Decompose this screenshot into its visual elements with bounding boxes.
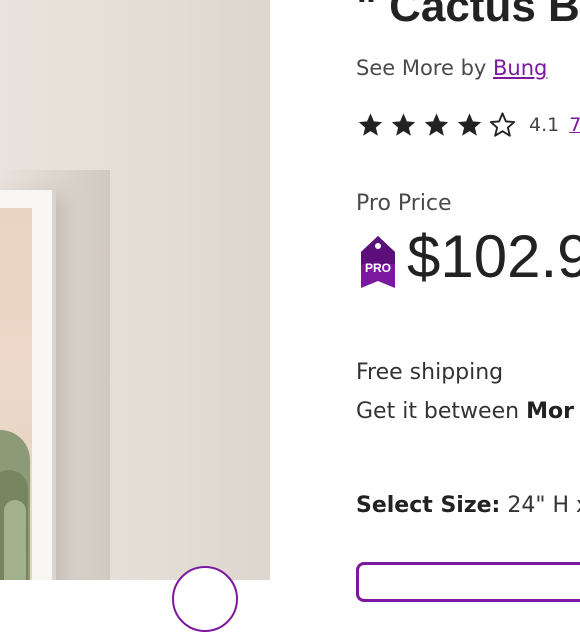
image-nav-button[interactable] [172,566,238,632]
shipping-title: Free shipping [356,360,504,385]
brand-link[interactable]: Bung [493,56,547,80]
size-row: Select Size: 24" H x [356,493,580,518]
product-image[interactable] [0,0,270,580]
size-select-box[interactable] [356,562,580,602]
shipping-dates: Get it between Mor [356,399,574,424]
product-title: " Cactus B [356,0,580,31]
pro-price-label: Pro Price [356,191,452,216]
review-count-link[interactable]: 7 [569,114,580,136]
pro-badge-text: PRO [365,261,391,275]
rating-row: 4.1 7 [356,110,580,140]
pro-price-tag-icon: PRO [361,236,395,288]
shipping-dates-prefix: Get it between [356,399,527,424]
star-filled-icon [391,113,416,136]
star-filled-icon [358,113,383,136]
shipping-dates-value: Mor [526,399,574,424]
see-more-by: See More by Bung [356,56,547,80]
rating-value: 4.1 [529,114,560,136]
see-more-prefix: See More by [356,56,494,80]
star-filled-icon [457,113,482,136]
price: $102.9 [407,223,580,290]
star-filled-icon [424,113,449,136]
size-label: Select Size: [356,493,501,518]
star-outline-icon [489,112,516,137]
cactus-shape [4,500,26,580]
size-value: 24" H x [507,493,580,518]
